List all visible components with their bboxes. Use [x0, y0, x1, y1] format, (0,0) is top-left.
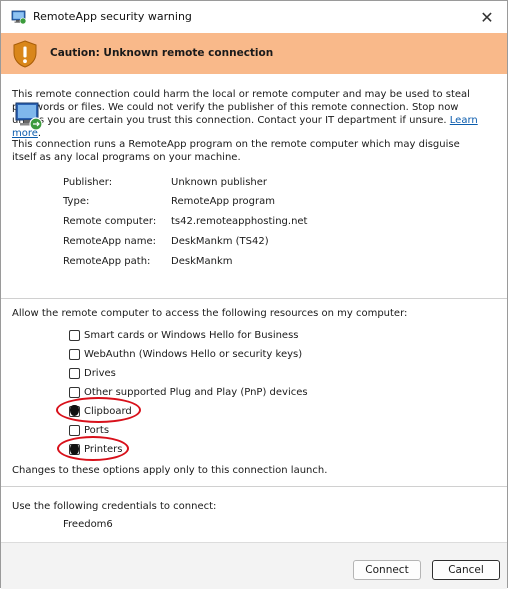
- ports-checkbox[interactable]: [69, 424, 80, 436]
- remoteapp-name-label: RemoteApp name:: [63, 236, 157, 247]
- option-ports[interactable]: Ports: [69, 423, 109, 437]
- ports-label[interactable]: Ports: [84, 425, 109, 436]
- webauthn-checkbox[interactable]: [69, 348, 80, 360]
- type-label: Type:: [63, 196, 90, 207]
- credentials-panel: [1, 486, 507, 542]
- smart-cards-checkbox[interactable]: [69, 329, 80, 341]
- remoteapp-security-dialog: RemoteApp security warning ✕ Caution: Un…: [0, 0, 508, 589]
- close-icon: ✕: [480, 7, 494, 27]
- option-smart-cards[interactable]: Smart cards or Windows Hello for Busines…: [69, 328, 299, 342]
- warning-paragraph: This remote connection could harm the lo…: [12, 88, 492, 140]
- credentials-heading: Use the following credentials to connect…: [12, 501, 217, 512]
- webauthn-label[interactable]: WebAuthn (Windows Hello or security keys…: [84, 349, 302, 360]
- smart-cards-label[interactable]: Smart cards or Windows Hello for Busines…: [84, 330, 299, 341]
- options-note: Changes to these options apply only to t…: [12, 465, 328, 476]
- pnp-devices-label[interactable]: Other supported Plug and Play (PnP) devi…: [84, 387, 308, 398]
- title-bar[interactable]: RemoteApp security warning ✕: [1, 1, 507, 33]
- connect-button-label: Connect: [365, 564, 409, 576]
- highlight-ellipse-printers: [57, 436, 129, 461]
- remote-desktop-icon: [11, 10, 27, 25]
- window-title: RemoteApp security warning: [33, 10, 192, 23]
- close-button[interactable]: ✕: [475, 5, 499, 29]
- publisher-label: Publisher:: [63, 177, 113, 188]
- remoteapp-name-value: DeskMankm (TS42): [171, 236, 269, 247]
- drives-label[interactable]: Drives: [84, 368, 116, 379]
- remote-computer-icon: [15, 102, 43, 131]
- pnp-devices-checkbox[interactable]: [69, 386, 80, 398]
- drives-checkbox[interactable]: [69, 367, 80, 379]
- remote-computer-label: Remote computer:: [63, 216, 157, 227]
- publisher-value: Unknown publisher: [171, 177, 268, 188]
- option-webauthn[interactable]: WebAuthn (Windows Hello or security keys…: [69, 347, 302, 361]
- credentials-username: Freedom6: [63, 519, 113, 530]
- resources-heading: Allow the remote computer to access the …: [12, 308, 408, 319]
- cancel-button[interactable]: Cancel: [432, 560, 500, 580]
- warning-shield-icon: [13, 40, 37, 68]
- remoteapp-path-label: RemoteApp path:: [63, 256, 151, 267]
- type-value: RemoteApp program: [171, 196, 275, 207]
- highlight-ellipse-clipboard: [56, 397, 141, 423]
- option-drives[interactable]: Drives: [69, 366, 116, 380]
- caution-banner: Caution: Unknown remote connection: [1, 33, 507, 74]
- caution-title: Caution: Unknown remote connection: [50, 47, 274, 59]
- remote-computer-value: ts42.remoteapphosting.net: [171, 216, 308, 227]
- remoteapp-path-value: DeskMankm: [171, 256, 233, 267]
- cancel-button-label: Cancel: [448, 564, 484, 576]
- disguise-paragraph: This connection runs a RemoteApp program…: [12, 139, 460, 163]
- connect-button[interactable]: Connect: [353, 560, 421, 580]
- warning-text: This remote connection could harm the lo…: [12, 89, 470, 126]
